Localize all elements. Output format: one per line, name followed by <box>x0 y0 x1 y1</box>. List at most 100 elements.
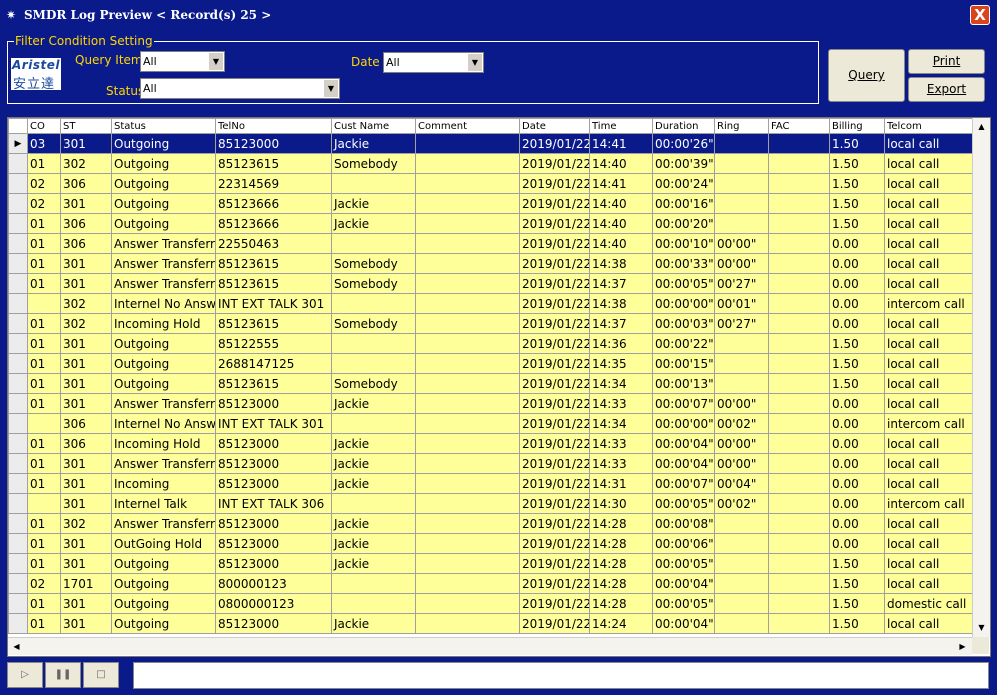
row-indicator[interactable] <box>8 293 28 314</box>
table-cell[interactable]: local call <box>884 353 973 374</box>
table-cell[interactable]: Somebody <box>331 153 416 174</box>
table-cell[interactable] <box>331 173 416 194</box>
row-indicator[interactable] <box>8 253 28 274</box>
table-cell[interactable]: 1.50 <box>829 153 885 174</box>
table-cell[interactable]: 1.50 <box>829 353 885 374</box>
table-cell[interactable]: local call <box>884 533 973 554</box>
table-cell[interactable]: Jackie <box>331 193 416 214</box>
table-cell[interactable]: 14:28 <box>589 513 653 534</box>
table-cell[interactable]: 301 <box>60 593 112 614</box>
table-cell[interactable] <box>714 213 769 234</box>
table-cell[interactable]: 14:24 <box>589 613 653 634</box>
table-cell[interactable]: local call <box>884 613 973 634</box>
table-cell[interactable]: 14:37 <box>589 273 653 294</box>
table-cell[interactable] <box>768 173 830 194</box>
query-item-select[interactable]: All ▼ <box>140 51 225 72</box>
table-cell[interactable]: 2019/01/22 <box>519 133 590 154</box>
table-cell[interactable]: 1701 <box>60 573 112 594</box>
table-cell[interactable]: local call <box>884 373 973 394</box>
row-indicator[interactable] <box>8 193 28 214</box>
table-cell[interactable]: 0.00 <box>829 313 885 334</box>
table-cell[interactable]: 301 <box>60 193 112 214</box>
table-row[interactable]: 302Internel No AnswerINT EXT TALK 301 201… <box>8 293 973 314</box>
table-cell[interactable]: Outgoing <box>111 613 216 634</box>
table-cell[interactable] <box>768 433 830 454</box>
row-indicator[interactable] <box>8 233 28 254</box>
pause-button[interactable]: ❚❚ <box>45 662 81 688</box>
table-cell[interactable]: 0.00 <box>829 393 885 414</box>
table-cell[interactable]: 306 <box>60 213 112 234</box>
table-cell[interactable]: 14:34 <box>589 373 653 394</box>
table-cell[interactable]: 0.00 <box>829 233 885 254</box>
table-cell[interactable]: Somebody <box>331 313 416 334</box>
close-button[interactable]: X <box>970 5 990 25</box>
row-pointer-icon[interactable]: ▶ <box>8 133 28 154</box>
table-cell[interactable] <box>415 173 520 194</box>
table-row[interactable]: 02 306 Outgoing 22314569 2019/01/22 14:41 00:0… <box>8 173 973 194</box>
table-cell[interactable] <box>768 333 830 354</box>
table-cell[interactable]: 01 <box>27 453 61 474</box>
table-cell[interactable]: 1.50 <box>829 133 885 154</box>
table-cell[interactable]: local call <box>884 393 973 414</box>
table-cell[interactable]: 14:37 <box>589 313 653 334</box>
table-cell[interactable]: Somebody <box>331 253 416 274</box>
table-cell[interactable]: local call <box>884 133 973 154</box>
table-cell[interactable]: local call <box>884 433 973 454</box>
table-cell[interactable]: 301 <box>60 273 112 294</box>
table-cell[interactable] <box>714 173 769 194</box>
table-cell[interactable]: 14:28 <box>589 593 653 614</box>
table-cell[interactable]: 2019/01/22 <box>519 533 590 554</box>
table-cell[interactable]: 2019/01/22 <box>519 613 590 634</box>
table-cell[interactable]: 85123000 <box>215 553 332 574</box>
table-cell[interactable] <box>768 573 830 594</box>
table-cell[interactable]: Answer Transferring <box>111 513 216 534</box>
table-cell[interactable] <box>714 573 769 594</box>
table-cell[interactable]: 01 <box>27 613 61 634</box>
table-row[interactable]: 01 301 Outgoing 85123615 Somebody 2019/01/22 1… <box>8 373 973 394</box>
table-cell[interactable]: Jackie <box>331 533 416 554</box>
table-cell[interactable]: 00:00'22" <box>652 333 715 354</box>
table-cell[interactable]: 00:00'08" <box>652 513 715 534</box>
table-cell[interactable]: Outgoing <box>111 573 216 594</box>
table-cell[interactable]: 0.00 <box>829 413 885 434</box>
table-cell[interactable] <box>714 353 769 374</box>
column-header[interactable]: Ring <box>714 118 769 134</box>
table-cell[interactable]: 01 <box>27 433 61 454</box>
table-cell[interactable]: 2019/01/22 <box>519 253 590 274</box>
table-cell[interactable]: Jackie <box>331 613 416 634</box>
table-cell[interactable] <box>415 233 520 254</box>
table-cell[interactable]: intercom call <box>884 293 973 314</box>
table-cell[interactable]: 1.50 <box>829 613 885 634</box>
chevron-down-icon[interactable]: ▼ <box>208 53 223 70</box>
table-cell[interactable]: 2019/01/22 <box>519 273 590 294</box>
table-cell[interactable]: 1.50 <box>829 573 885 594</box>
table-cell[interactable]: 2019/01/22 <box>519 333 590 354</box>
table-cell[interactable] <box>331 413 416 434</box>
table-cell[interactable]: 00:00'00" <box>652 293 715 314</box>
row-indicator[interactable] <box>8 613 28 634</box>
table-cell[interactable] <box>415 273 520 294</box>
table-cell[interactable]: 301 <box>60 613 112 634</box>
column-header[interactable]: Time <box>589 118 653 134</box>
table-cell[interactable]: Jackie <box>331 453 416 474</box>
table-cell[interactable]: 22314569 <box>215 173 332 194</box>
table-cell[interactable]: INT EXT TALK 301 <box>215 293 332 314</box>
table-cell[interactable]: 0.00 <box>829 533 885 554</box>
scroll-right-icon[interactable]: ▶ <box>955 639 970 654</box>
table-cell[interactable]: 00:00'24" <box>652 173 715 194</box>
table-cell[interactable]: Jackie <box>331 213 416 234</box>
table-cell[interactable]: 00:00'00" <box>652 413 715 434</box>
table-cell[interactable]: 02 <box>27 193 61 214</box>
table-row[interactable]: 01 301 Outgoing 85123000 Jackie 2019/01/22 14:… <box>8 553 973 574</box>
table-cell[interactable]: 2019/01/22 <box>519 553 590 574</box>
table-cell[interactable] <box>331 353 416 374</box>
table-cell[interactable] <box>714 513 769 534</box>
table-cell[interactable]: 14:41 <box>589 133 653 154</box>
table-cell[interactable]: Answer Transferring <box>111 253 216 274</box>
table-cell[interactable]: 0.00 <box>829 473 885 494</box>
table-cell[interactable]: 1.50 <box>829 593 885 614</box>
table-cell[interactable] <box>768 533 830 554</box>
table-cell[interactable]: 306 <box>60 233 112 254</box>
column-header[interactable]: Comment <box>415 118 520 134</box>
table-cell[interactable]: 85123000 <box>215 133 332 154</box>
